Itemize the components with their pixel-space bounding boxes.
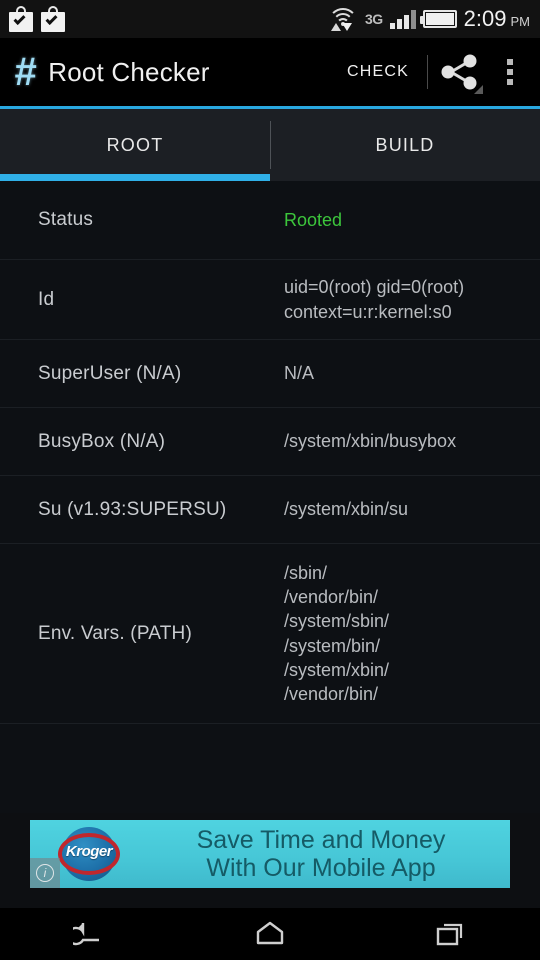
- action-bar: # Root Checker CHECK: [0, 38, 540, 106]
- table-row[interactable]: Env. Vars. (PATH) /sbin/ /vendor/bin/ /s…: [0, 544, 540, 724]
- check-button[interactable]: CHECK: [331, 63, 425, 81]
- row-label: Status: [38, 209, 94, 230]
- kroger-logo-icon: Kroger: [58, 823, 120, 885]
- table-row[interactable]: BusyBox (N/A) /system/xbin/busybox: [0, 408, 540, 476]
- clock-time: 2:09: [463, 6, 507, 31]
- tab-build[interactable]: BUILD: [270, 109, 540, 181]
- home-icon[interactable]: [180, 908, 360, 960]
- tab-separator: [270, 121, 271, 169]
- tab-build-label: BUILD: [375, 134, 435, 155]
- recent-apps-icon[interactable]: [360, 908, 540, 960]
- row-value: uid=0(root) gid=0(root) context=u:r:kern…: [284, 277, 465, 322]
- tab-root[interactable]: ROOT: [0, 109, 270, 181]
- row-value: Rooted: [284, 209, 343, 230]
- row-label: Id: [38, 288, 55, 310]
- row-value: N/A: [284, 363, 315, 384]
- back-arrow-icon[interactable]: [0, 908, 180, 960]
- signal-strength-icon: [389, 9, 416, 29]
- overflow-menu-icon[interactable]: [488, 46, 532, 98]
- table-row[interactable]: Status Rooted: [0, 181, 540, 260]
- row-value: /system/xbin/busybox: [284, 431, 457, 452]
- navigation-bar: [0, 908, 540, 960]
- status-bar: 3G 2:09 PM: [0, 0, 540, 38]
- row-label: SuperUser (N/A): [38, 362, 182, 384]
- tab-root-label: ROOT: [106, 134, 164, 155]
- table-row[interactable]: Id uid=0(root) gid=0(root) context=u:r:k…: [0, 260, 540, 340]
- wifi-transfer-icon: [327, 6, 358, 32]
- action-bar-divider: [427, 55, 428, 89]
- ad-banner[interactable]: Kroger Save Time and Money With Our Mobi…: [30, 820, 510, 888]
- row-value: /system/xbin/su: [284, 499, 409, 520]
- tab-inactive-indicator: [270, 174, 540, 181]
- clock-ampm: PM: [510, 14, 531, 29]
- tab-active-indicator: [0, 174, 270, 181]
- battery-full-icon: [419, 10, 457, 28]
- hash-logo-icon: #: [14, 50, 36, 94]
- page-title: Root Checker: [48, 56, 210, 87]
- ad-headline: Save Time and Money With Our Mobile App: [196, 826, 446, 882]
- row-label: Su (v1.93:SUPERSU): [38, 498, 227, 520]
- share-icon[interactable]: [430, 46, 488, 98]
- row-label: Env. Vars. (PATH): [38, 622, 193, 644]
- ad-info-icon[interactable]: i: [30, 858, 60, 888]
- download-complete-bag-icon: [40, 6, 66, 32]
- tab-bar: ROOT BUILD: [0, 109, 540, 181]
- app-screen: 3G 2:09 PM # Root Checker CHECK ROOT BUI…: [0, 0, 540, 960]
- row-label: BusyBox (N/A): [38, 430, 166, 452]
- table-row[interactable]: SuperUser (N/A) N/A: [0, 340, 540, 408]
- ad-brand-label: Kroger: [65, 843, 113, 860]
- table-row[interactable]: Su (v1.93:SUPERSU) /system/xbin/su: [0, 476, 540, 544]
- status-bar-notifications: [8, 6, 328, 32]
- row-value: /sbin/ /vendor/bin/ /system/sbin/ /syste…: [284, 562, 390, 705]
- root-info-list: Status Rooted Id uid=0(root) gid=0(root)…: [0, 181, 540, 813]
- download-complete-bag-icon: [8, 6, 34, 32]
- network-type-label: 3G: [364, 11, 383, 27]
- status-bar-clock: 2:09 PM: [464, 6, 530, 32]
- ad-info-glyph: i: [36, 864, 54, 882]
- share-dropdown-indicator-icon: [474, 85, 483, 94]
- status-bar-system-icons: 3G 2:09 PM: [327, 6, 530, 32]
